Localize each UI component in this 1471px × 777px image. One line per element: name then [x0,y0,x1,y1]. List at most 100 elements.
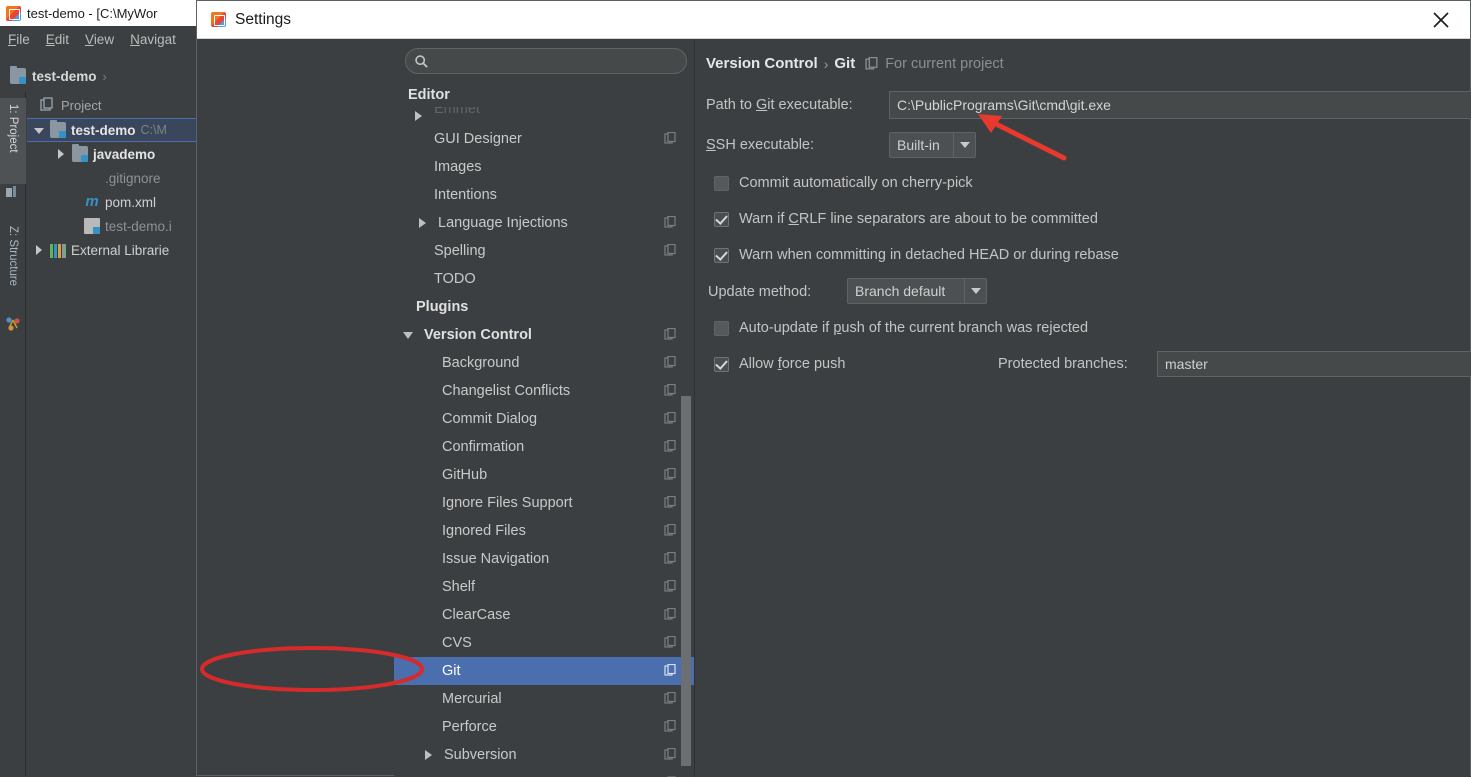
settings-tree-label: Git [442,663,461,679]
settings-tree-label: Version Control [424,327,532,343]
settings-tree-item-git[interactable]: Git [394,657,695,685]
chevron-down-icon[interactable] [402,328,416,342]
settings-tree-item-clearcase[interactable]: ClearCase [394,601,695,629]
breadcrumb: Version Control › Git For current projec… [706,55,1004,72]
project-scope-icon [664,552,677,565]
project-scope-icon [664,216,677,229]
breadcrumb-scope-note: For current project [885,56,1003,72]
chevron-right-icon[interactable] [422,748,436,762]
settings-tree-item-github[interactable]: GitHub [394,461,695,489]
menu-edit[interactable]: Edit [46,32,69,47]
project-scope-icon [664,748,677,761]
project-scope-icon [664,244,677,257]
settings-tree-item-confirmation[interactable]: Confirmation [394,433,695,461]
tool-button-structure[interactable]: Z: Structure [0,220,26,314]
settings-tree-label: Background [442,355,519,371]
checkbox-box[interactable] [714,212,729,227]
settings-tree-item-mercurial[interactable]: Mercurial [394,685,695,713]
checkbox-label-post: orce push [782,356,846,372]
settings-tree-item-background[interactable]: Background [394,349,695,377]
path-to-git-label: Path to Git executable: [706,97,853,113]
project-scope-icon [664,636,677,649]
checkbox-auto-update-on-reject[interactable]: Auto-update if push of the current branc… [714,320,1088,336]
settings-tree-item-ignore-files-support[interactable]: Ignore Files Support [394,489,695,517]
checkbox-label-pre: Allow [739,356,778,372]
settings-tree-item-language-injections[interactable]: Language Injections [394,209,695,237]
settings-tree-item-todo[interactable]: TODO [394,265,695,293]
settings-tree-item-issue-navigation[interactable]: Issue Navigation [394,545,695,573]
settings-tree-item-changelist-conflicts[interactable]: Changelist Conflicts [394,377,695,405]
update-method-label-text: Update method: [708,284,811,300]
settings-tree-label: ClearCase [442,607,511,623]
settings-tree-item-intentions[interactable]: Intentions [394,181,695,209]
checkbox-box[interactable] [714,248,729,263]
menu-view[interactable]: View [85,32,114,47]
checkbox-label: Warn when committing in detached HEAD or… [739,247,1119,263]
project-scope-icon [664,692,677,705]
checkbox-commit-on-cherry-pick[interactable]: Commit automatically on cherry-pick [714,175,973,191]
checkbox-warn-crlf[interactable]: Warn if CRLF line separators are about t… [714,211,1098,227]
folder-icon [50,122,66,138]
checkbox-box[interactable] [714,176,729,191]
settings-tree-item-spelling[interactable]: Spelling [394,237,695,265]
settings-titlebar: Settings [197,1,1470,39]
project-tab-icon [39,97,55,113]
breadcrumb-separator: › [824,56,829,72]
settings-tree-item-ignored-files[interactable]: Ignored Files [394,517,695,545]
settings-category-tree[interactable]: Editor Emmet GUI Designer Images Intenti… [394,83,695,777]
tool-button-project[interactable]: 1: Project [0,98,26,184]
checkbox-label-post: RLF line separators are about to be comm… [799,211,1098,227]
settings-tree-label: TODO [434,271,476,287]
close-icon[interactable] [1412,1,1470,39]
checkbox-box[interactable] [714,321,729,336]
ssh-label-accel: S [706,137,716,153]
settings-tree-item-gui-designer[interactable]: GUI Designer [394,125,695,153]
checkbox-warn-detached-head[interactable]: Warn when committing in detached HEAD or… [714,247,1119,263]
settings-search-box[interactable] [405,48,687,74]
settings-tree-label: Perforce [442,719,497,735]
settings-tree-item-cvs[interactable]: CVS [394,629,695,657]
settings-tree-item-editor[interactable]: Editor [394,83,695,107]
protected-branches-input[interactable]: master [1157,351,1471,377]
settings-tree-label: Mercurial [442,691,502,707]
chevron-right-icon[interactable] [55,148,67,160]
chevron-right-icon[interactable] [416,216,430,230]
menu-navigate[interactable]: Navigat [130,32,176,47]
settings-tree-label: Ignore Files Support [442,495,573,511]
project-scope-icon [664,720,677,733]
chevron-right-icon[interactable] [412,109,426,123]
search-input[interactable] [435,54,675,69]
ide-tree-detail: C:\M [141,123,167,137]
project-scope-icon [664,468,677,481]
chevron-right-icon[interactable] [33,244,45,256]
path-label-accel: G [756,97,767,113]
menu-file[interactable]: File [8,32,30,47]
structure-icon [5,316,21,332]
path-label-post: it executable: [767,97,852,113]
checkbox-label-pre: Warn if [739,211,788,227]
settings-tree-label: Emmet [434,107,480,117]
protected-branches-value: master [1165,356,1208,372]
settings-tree-item-version-control[interactable]: Version Control [394,321,695,349]
settings-tree-item-emmet[interactable]: Emmet [394,107,695,125]
intellij-icon [6,6,21,21]
chevron-down-icon[interactable] [33,124,45,136]
settings-tree-item-plugins[interactable]: Plugins [394,293,695,321]
settings-tree-item-subversion[interactable]: Subversion [394,741,695,769]
settings-tree-item-perforce[interactable]: Perforce [394,713,695,741]
settings-tree-item-images[interactable]: Images [394,153,695,181]
settings-tree-label: Commit Dialog [442,411,537,427]
project-scope-icon [664,580,677,593]
settings-tree-scrollbar-thumb[interactable] [681,396,691,766]
settings-tree-item-shelf[interactable]: Shelf [394,573,695,601]
project-scope-icon [664,412,677,425]
checkbox-box[interactable] [714,357,729,372]
update-method-select[interactable]: Branch default [847,278,987,304]
settings-tree-item-commit-dialog[interactable]: Commit Dialog [394,405,695,433]
checkbox-allow-force-push[interactable]: Allow force push [714,356,845,372]
checkbox-label: Commit automatically on cherry-pick [739,175,973,191]
ide-window-title: test-demo - [C:\MyWor [27,6,158,21]
tool-button-structure-label: Z: Structure [7,226,19,286]
settings-tree-label: Language Injections [438,215,568,231]
chevron-down-icon[interactable] [964,279,986,303]
